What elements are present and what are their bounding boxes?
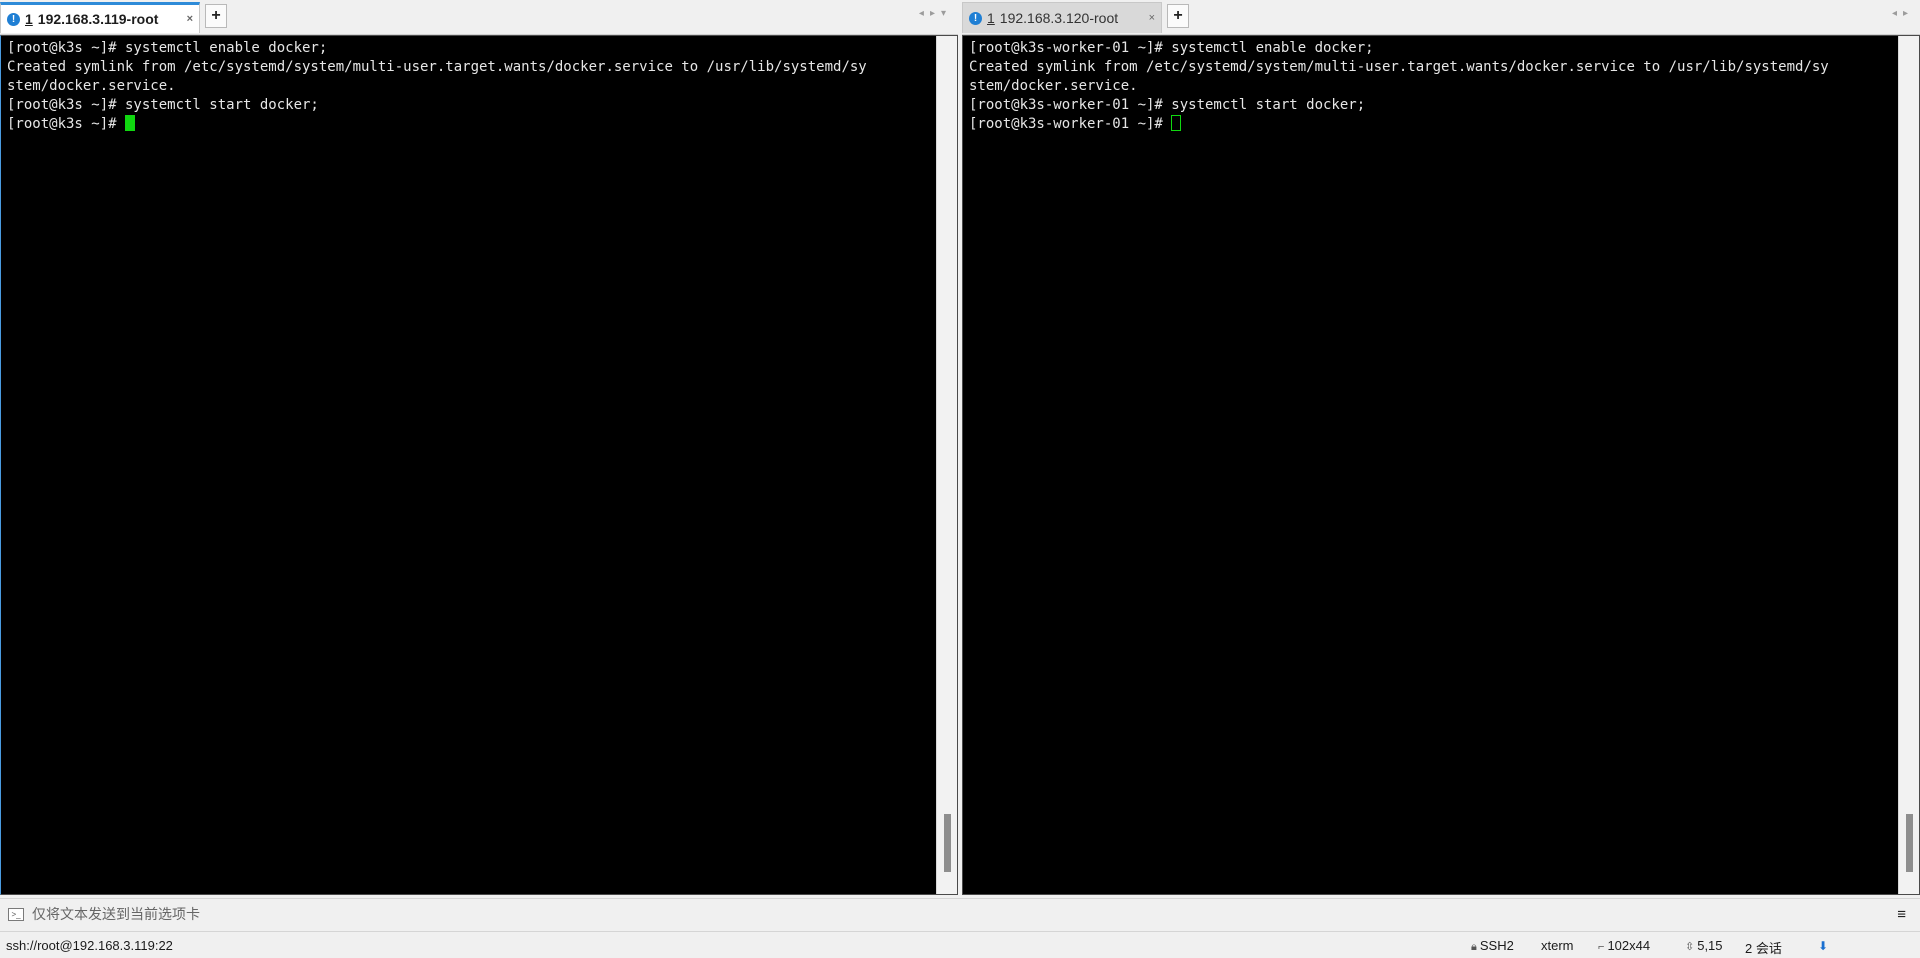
vertical-scrollbar[interactable] (1898, 36, 1919, 894)
tab-session-120[interactable]: ! 1 192.168.3.120-root × (962, 2, 1162, 33)
tab-session-119[interactable]: ! 1 192.168.3.119-root × (0, 2, 200, 33)
menu-icon[interactable]: ≡ (1897, 906, 1906, 923)
terminal-line: stem/docker.service. (969, 78, 1138, 94)
terminal-size-status: ⌐ 102x44 (1598, 938, 1650, 953)
terminal-cursor (125, 115, 136, 131)
terminal-line: [root@k3s ~]# systemctl start docker; (7, 97, 319, 113)
tab-number: 1 (987, 10, 995, 26)
protocol-label: SSH2 (1479, 938, 1514, 953)
resize-icon: ⌐ (1598, 941, 1605, 953)
cursor-position-icon: ⇳ (1685, 941, 1695, 953)
scrollbar-thumb[interactable] (1906, 814, 1913, 872)
new-tab-button[interactable]: + (205, 4, 227, 28)
send-text-bar[interactable]: >_ 仅将文本发送到当前选项卡 ≡ (0, 898, 1920, 929)
info-icon: ! (7, 12, 20, 26)
scroll-right-icon[interactable]: ▸ (930, 8, 941, 19)
arrow-down-icon: ⬇ (1818, 939, 1829, 953)
terminal-output-left: [root@k3s ~]# systemctl enable docker; C… (7, 39, 929, 134)
terminal-line: Created symlink from /etc/systemd/system… (7, 59, 867, 75)
session-pane-left: ! 1 192.168.3.119-root × + ◂▸▾ [root@k3s… (0, 0, 958, 895)
connection-address: ssh://root@192.168.3.119:22 (6, 938, 173, 953)
terminal-line: Created symlink from /etc/systemd/system… (969, 59, 1829, 75)
send-text-input[interactable]: 仅将文本发送到当前选项卡 (32, 904, 200, 924)
tab-label: 192.168.3.120-root (999, 10, 1119, 26)
tab-number: 1 (25, 11, 33, 27)
lock-icon: 🔒︎ (1471, 941, 1477, 953)
terminal-cursor (1171, 115, 1182, 131)
cursor-position-status: ⇳ 5,15 (1685, 938, 1723, 953)
scroll-right-icon[interactable]: ▸ (1903, 8, 1914, 19)
terminal-right[interactable]: [root@k3s-worker-01 ~]# systemctl enable… (962, 35, 1920, 895)
tab-bar-left: ! 1 192.168.3.119-root × + ◂▸▾ (0, 0, 958, 35)
terminal-size: 102x44 (1607, 938, 1651, 953)
info-icon: ! (969, 11, 982, 25)
terminal-line: [root@k3s ~]# systemctl enable docker; (7, 40, 328, 56)
session-count: 2 会话 (1745, 941, 1782, 956)
scroll-left-icon[interactable]: ◂ (1892, 8, 1903, 19)
tab-list-icon[interactable]: ▾ (941, 8, 952, 19)
terminal-send-icon: >_ (8, 907, 24, 921)
tab-navigation: ◂▸ (1892, 8, 1914, 19)
terminal-output-right: [root@k3s-worker-01 ~]# systemctl enable… (969, 39, 1891, 134)
terminal-prompt: [root@k3s-worker-01 ~]# (969, 116, 1172, 132)
status-bar: ssh://root@192.168.3.119:22 🔒︎ SSH2 xterm… (0, 931, 1920, 958)
vertical-scrollbar[interactable] (936, 36, 957, 894)
terminal-type: xterm (1541, 938, 1574, 953)
protocol-status: 🔒︎ SSH2 (1471, 938, 1514, 954)
terminal-line: stem/docker.service. (7, 78, 176, 94)
close-icon[interactable]: × (1149, 12, 1155, 24)
terminal-line: [root@k3s-worker-01 ~]# systemctl start … (969, 97, 1366, 113)
tab-navigation: ◂▸▾ (919, 8, 952, 19)
terminal-prompt: [root@k3s ~]# (7, 116, 126, 132)
tab-label: 192.168.3.119-root (37, 11, 159, 27)
terminal-line: [root@k3s-worker-01 ~]# systemctl enable… (969, 40, 1374, 56)
session-pane-right: ! 1 192.168.3.120-root × + ◂▸ [root@k3s-… (962, 0, 1920, 895)
close-icon[interactable]: × (187, 13, 193, 25)
scrollbar-thumb[interactable] (944, 814, 951, 872)
cursor-position: 5,15 (1697, 938, 1723, 953)
scroll-left-icon[interactable]: ◂ (919, 8, 930, 19)
tab-bar-right: ! 1 192.168.3.120-root × + ◂▸ (962, 0, 1920, 35)
new-tab-button[interactable]: + (1167, 4, 1189, 28)
terminal-left[interactable]: [root@k3s ~]# systemctl enable docker; C… (0, 35, 958, 895)
download-status[interactable]: ⬇ (1818, 938, 1830, 953)
